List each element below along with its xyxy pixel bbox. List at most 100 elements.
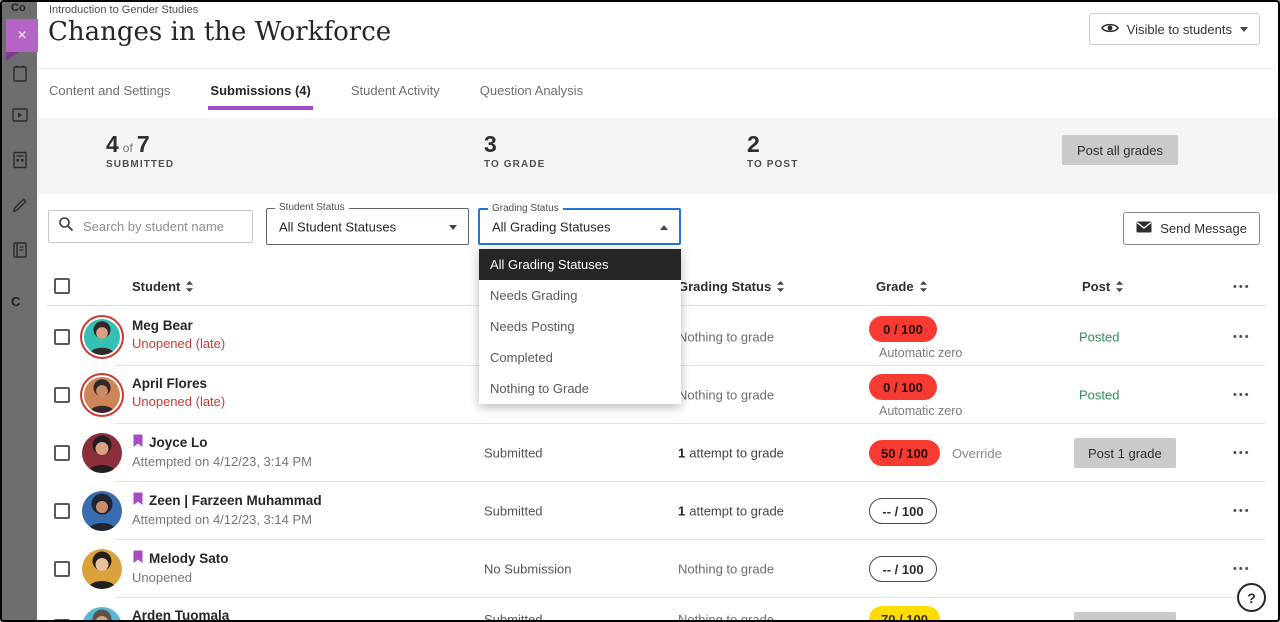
- sort-icon: [776, 280, 785, 293]
- video-icon[interactable]: [10, 105, 30, 125]
- student-header-label: Student: [132, 279, 180, 294]
- help-button[interactable]: ?: [1237, 583, 1266, 612]
- column-header-student[interactable]: Student: [132, 279, 194, 294]
- table-row: Arden Tuomala Submitted Nothing to grade…: [37, 598, 1278, 622]
- student-status-select[interactable]: Student Status All Student Statuses: [266, 208, 469, 245]
- app-window: Co C × Introduction to Gender Studies Ch…: [0, 0, 1280, 622]
- menu-item-needs-grading[interactable]: Needs Grading: [479, 280, 681, 311]
- student-status-line: Unopened: [132, 570, 229, 585]
- grading-status-legend: Grading Status: [488, 203, 563, 214]
- submitted-of: of: [123, 141, 133, 155]
- row-checkbox[interactable]: [54, 387, 70, 403]
- posted-status: Posted: [1079, 388, 1119, 403]
- grade-pill[interactable]: 70 / 100: [869, 606, 940, 622]
- tab-student-activity[interactable]: Student Activity: [349, 69, 442, 110]
- tab-question-analysis[interactable]: Question Analysis: [478, 69, 585, 110]
- flag-icon: [132, 550, 144, 567]
- grade-pill[interactable]: 50 / 100: [869, 440, 940, 466]
- grading-status-cell: Nothing to grade: [678, 388, 774, 403]
- send-message-label: Send Message: [1160, 221, 1247, 236]
- row-checkbox[interactable]: [54, 329, 70, 345]
- student-status-value: All Student Statuses: [279, 219, 396, 234]
- journal-icon[interactable]: [10, 240, 30, 260]
- menu-item-completed[interactable]: Completed: [479, 342, 681, 373]
- avatar: [82, 491, 122, 531]
- student-search: [48, 210, 253, 243]
- row-checkbox[interactable]: [54, 561, 70, 577]
- submitted-count: 4: [106, 132, 119, 156]
- sort-icon: [1115, 280, 1124, 293]
- row-menu[interactable]: •••: [1233, 331, 1251, 343]
- grade-pill[interactable]: -- / 100: [869, 556, 937, 582]
- post-grade-button[interactable]: Post 1 grade: [1074, 438, 1176, 468]
- student-name[interactable]: Joyce Lo: [149, 435, 208, 450]
- sidebar-bottom-label: C: [11, 294, 20, 309]
- student-name[interactable]: April Flores: [132, 376, 207, 391]
- close-panel-button[interactable]: ×: [6, 19, 38, 52]
- stats-bar: 4 of 7 SUBMITTED 3 TO GRADE 2 TO POST Po…: [37, 118, 1278, 194]
- visibility-label: Visible to students: [1127, 22, 1232, 37]
- column-header-post[interactable]: Post: [1082, 279, 1124, 294]
- post-all-grades-button[interactable]: Post all grades: [1062, 135, 1178, 165]
- grade-pill[interactable]: -- / 100: [869, 498, 937, 524]
- grading-status-cell: Nothing to grade: [678, 562, 774, 577]
- visibility-dropdown-button[interactable]: Visible to students: [1089, 13, 1260, 45]
- row-menu[interactable]: •••: [1233, 505, 1251, 517]
- row-menu[interactable]: •••: [1233, 389, 1251, 401]
- row-menu[interactable]: •••: [1233, 563, 1251, 575]
- page-title: Changes in the Workforce: [48, 17, 391, 47]
- override-label: Override: [952, 446, 1002, 461]
- grading-status-cell: Nothing to grade: [678, 612, 774, 622]
- to-post-count: 2: [747, 132, 760, 156]
- student-name[interactable]: Meg Bear: [132, 318, 193, 333]
- student-status-line: Attempted on 4/12/23, 3:14 PM: [132, 454, 312, 469]
- grading-status-select[interactable]: Grading Status All Grading Statuses: [478, 208, 681, 245]
- send-message-button[interactable]: Send Message: [1123, 212, 1260, 245]
- avatar: [82, 607, 122, 622]
- tab-content-and-settings[interactable]: Content and Settings: [47, 69, 172, 110]
- grading-status-header-label: Grading Status: [678, 279, 771, 294]
- row-menu[interactable]: •••: [1233, 447, 1251, 459]
- course-sidebar: Co C: [2, 2, 37, 620]
- sidebar-top-label: Co: [11, 2, 26, 14]
- sort-icon: [185, 280, 194, 293]
- breadcrumb: Introduction to Gender Studies: [49, 4, 198, 16]
- student-status-cell: Submitted: [484, 612, 543, 622]
- column-header-grade[interactable]: Grade: [876, 279, 928, 294]
- student-name[interactable]: Arden Tuomala: [132, 608, 229, 622]
- document-icon[interactable]: [10, 64, 30, 84]
- close-button-fold: [6, 52, 19, 61]
- avatar: [84, 377, 120, 413]
- grade-pill[interactable]: 0 / 100: [869, 316, 937, 342]
- grading-status-value: All Grading Statuses: [492, 219, 611, 234]
- pencil-icon[interactable]: [10, 195, 30, 215]
- table-row: Joyce Lo Attempted on 4/12/23, 3:14 PM S…: [37, 424, 1278, 482]
- student-name[interactable]: Melody Sato: [149, 551, 229, 566]
- search-input[interactable]: [81, 218, 243, 235]
- row-checkbox[interactable]: [54, 503, 70, 519]
- menu-item-all-grading-statuses[interactable]: All Grading Statuses: [479, 249, 681, 280]
- grade-header-label: Grade: [876, 279, 914, 294]
- grading-status-cell: 1attempt to grade: [678, 504, 784, 519]
- table-options-menu[interactable]: •••: [1233, 281, 1251, 293]
- column-header-grading-status[interactable]: Grading Status: [678, 279, 785, 294]
- student-status-cell: Submitted: [484, 504, 543, 519]
- student-name[interactable]: Zeen | Farzeen Muhammad: [149, 493, 322, 508]
- post-grade-button[interactable]: Post 1 grade: [1074, 612, 1176, 622]
- student-status-legend: Student Status: [275, 202, 349, 213]
- post-header-label: Post: [1082, 279, 1110, 294]
- stat-submitted: 4 of 7 SUBMITTED: [106, 132, 174, 170]
- tab-submissions[interactable]: Submissions (4): [208, 69, 312, 110]
- grade-pill[interactable]: 0 / 100: [869, 374, 937, 400]
- menu-item-needs-posting[interactable]: Needs Posting: [479, 311, 681, 342]
- menu-item-nothing-to-grade[interactable]: Nothing to Grade: [479, 373, 681, 404]
- submitted-total: 7: [137, 132, 150, 156]
- student-status-line: Unopened (late): [132, 336, 225, 351]
- gradebook-icon[interactable]: [10, 150, 30, 170]
- table-row: Melody Sato Unopened No Submission Nothi…: [37, 540, 1278, 598]
- eye-icon: [1101, 22, 1119, 37]
- to-post-label: TO POST: [747, 159, 798, 170]
- grading-status-menu: All Grading Statuses Needs Grading Needs…: [479, 249, 681, 404]
- select-all-checkbox[interactable]: [54, 278, 70, 294]
- row-checkbox[interactable]: [54, 445, 70, 461]
